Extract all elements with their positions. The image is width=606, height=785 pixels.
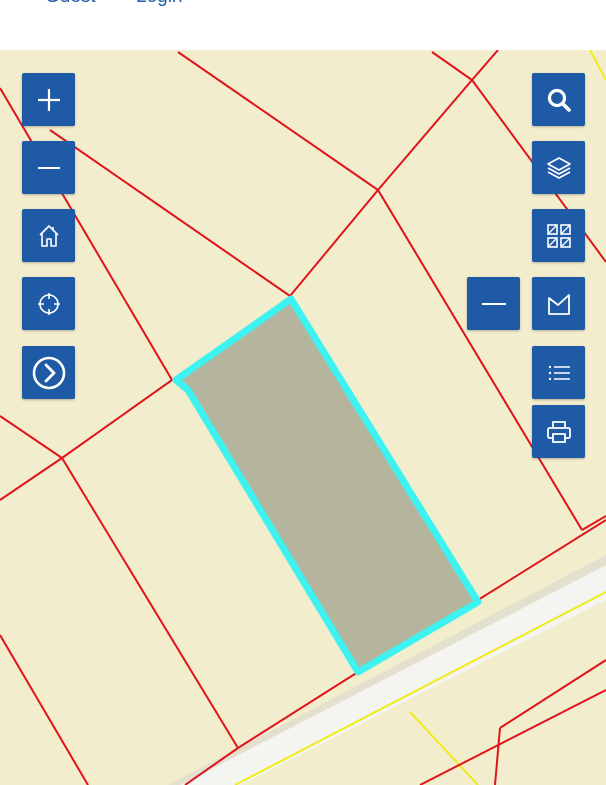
plus-icon [37,88,60,111]
print-button[interactable] [532,405,585,458]
list-icon [548,365,570,380]
zoom-in-button[interactable] [22,73,75,126]
layers-icon [546,156,571,179]
locate-button[interactable] [22,277,75,330]
measure-button[interactable] [532,277,585,330]
expand-button[interactable] [22,346,75,399]
home-icon [38,224,59,247]
zoom-out-button[interactable] [22,141,75,194]
minus-icon [37,166,60,169]
guest-link[interactable]: Guest [45,0,96,8]
map-view[interactable] [0,50,606,785]
minus-icon [481,302,506,305]
login-link[interactable]: Login [136,0,183,8]
crosshair-icon [37,292,60,315]
search-icon [547,88,571,112]
selected-parcel[interactable] [172,295,482,676]
home-button[interactable] [22,209,75,262]
search-button[interactable] [532,73,585,126]
collapse-panel-button[interactable] [467,277,520,330]
basemap-grid-icon [546,223,571,248]
measure-area-icon [547,293,570,315]
layers-button[interactable] [532,141,585,194]
printer-icon [546,420,571,443]
map-canvas[interactable] [0,50,606,785]
chevron-right-circle-icon [32,356,65,389]
basemap-gallery-button[interactable] [532,209,585,262]
top-bar: Guest Login [0,0,606,50]
legend-button[interactable] [532,346,585,399]
